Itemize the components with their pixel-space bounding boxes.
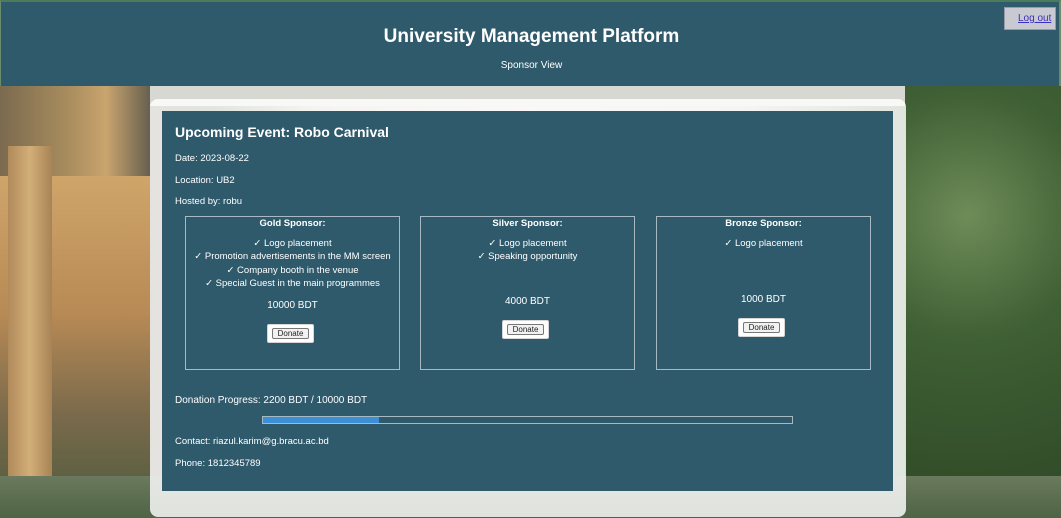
event-host: Hosted by: robu [175, 196, 243, 207]
sponsor-price: 10000 BDT [267, 300, 318, 311]
donate-button-bronze[interactable]: Donate [738, 318, 785, 337]
event-date: Date: 2023-08-22 [175, 153, 249, 164]
sponsor-card-gold: Gold Sponsor: ✓ Logo placement ✓ Promoti… [185, 216, 400, 370]
benefit-item: ✓ Logo placement [724, 238, 803, 249]
sponsor-card-title: Gold Sponsor: [259, 218, 326, 229]
page-subtitle: Sponsor View [500, 60, 563, 71]
event-location: Location: UB2 [175, 175, 235, 186]
sponsor-card-title: Bronze Sponsor: [725, 218, 802, 229]
background-trees [905, 86, 1061, 518]
sponsor-card-title: Silver Sponsor: [492, 218, 563, 229]
donation-progress-label: Donation Progress: 2200 BDT / 10000 BDT [175, 395, 368, 406]
benefit-item: ✓ Logo placement [253, 238, 332, 249]
benefit-list: ✓ Logo placement ✓ Speaking opportunity [421, 237, 634, 264]
donate-button-label: Donate [743, 322, 780, 333]
page-header: University Management Platform Sponsor V… [0, 0, 1061, 86]
contact-phone: Phone: 1812345789 [175, 458, 261, 469]
donation-progress-bar [262, 416, 793, 424]
benefit-list: ✓ Logo placement [657, 237, 870, 250]
logout-button[interactable]: Log out [1004, 7, 1056, 30]
benefit-item: ✓ Special Guest in the main programmes [205, 277, 380, 289]
donate-button-label: Donate [272, 328, 309, 339]
benefit-item: ✓ Company booth in the venue [226, 264, 359, 276]
background-column [8, 146, 52, 518]
sponsor-card-bronze: Bronze Sponsor: ✓ Logo placement 1000 BD… [656, 216, 871, 370]
donate-button-label: Donate [507, 324, 544, 335]
donate-button-gold[interactable]: Donate [267, 324, 314, 343]
sponsor-card-silver: Silver Sponsor: ✓ Logo placement ✓ Speak… [420, 216, 635, 370]
donate-button-silver[interactable]: Donate [502, 320, 549, 339]
event-title: Upcoming Event: Robo Carnival [175, 124, 389, 140]
benefit-list: ✓ Logo placement ✓ Promotion advertiseme… [186, 237, 399, 290]
benefit-item: ✓ Promotion advertisements in the MM scr… [194, 251, 391, 263]
page-title: University Management Platform [383, 26, 680, 47]
donation-progress-fill [263, 417, 380, 423]
contact-email: Contact: riazul.karim@g.bracu.ac.bd [175, 436, 329, 447]
sponsor-price: 1000 BDT [740, 294, 787, 305]
sponsor-price: 4000 BDT [504, 296, 551, 307]
benefit-item: ✓ Logo placement [488, 238, 567, 249]
benefit-item: ✓ Speaking opportunity [477, 251, 578, 263]
